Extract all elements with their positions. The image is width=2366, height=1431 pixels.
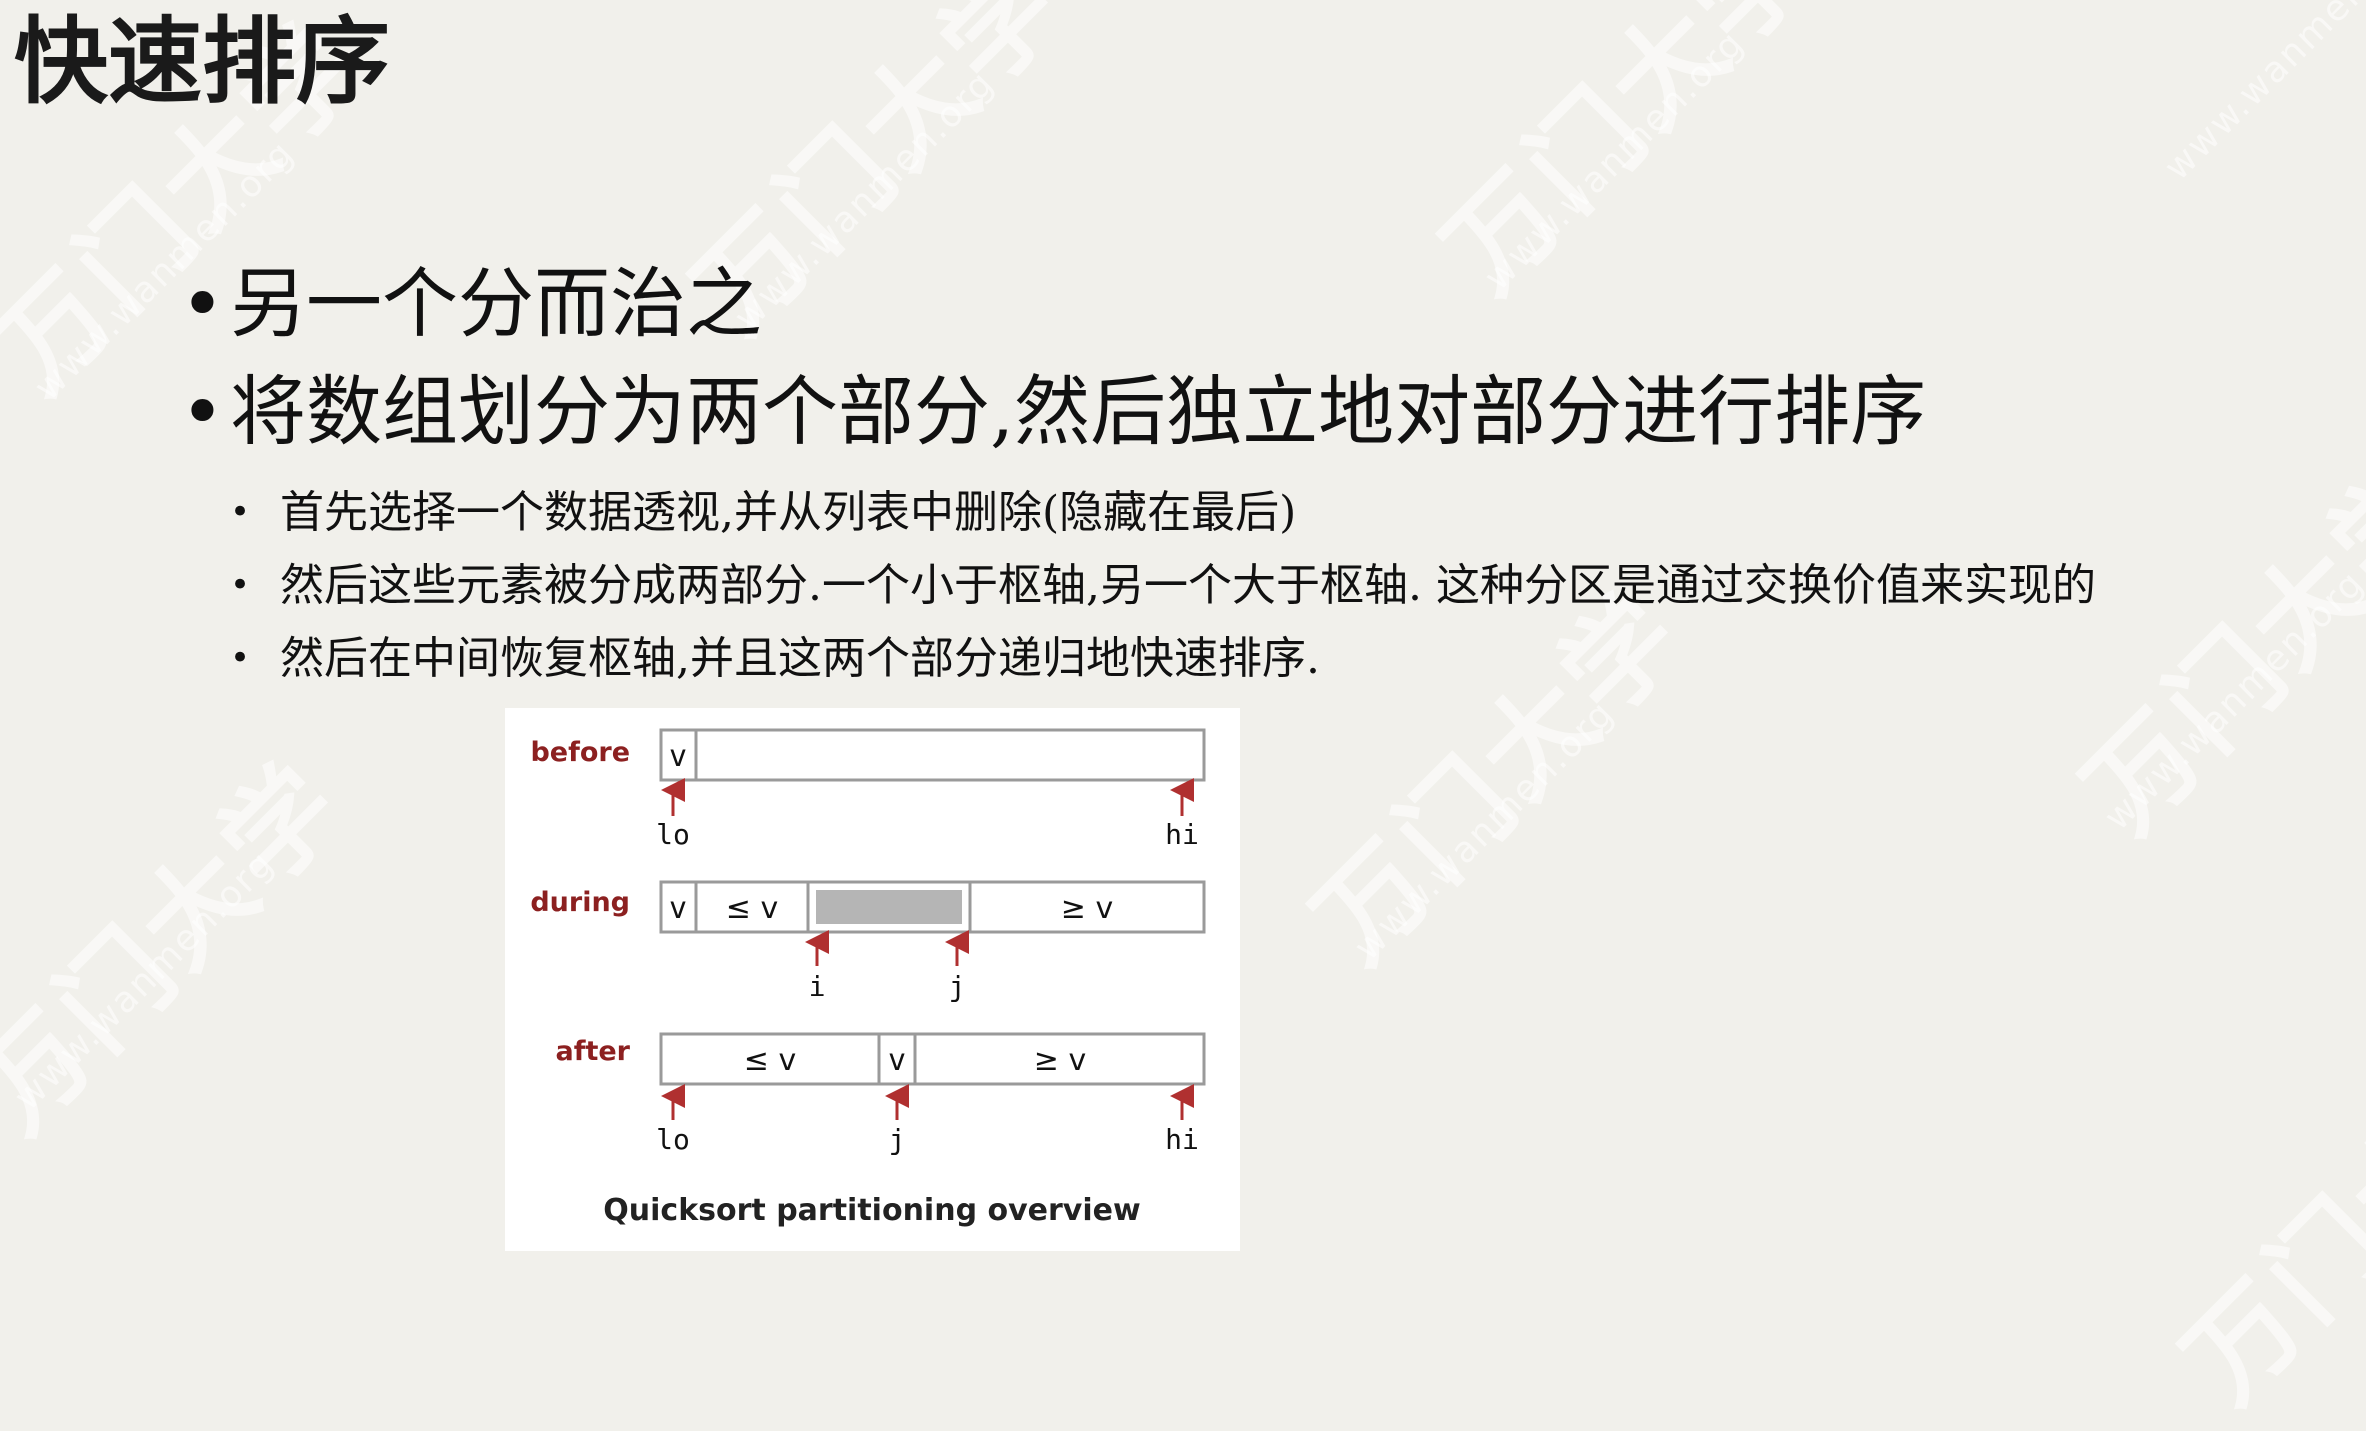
sub-bullet-item: 然后在中间恢复枢轴,并且这两个部分递归地快速排序. [230, 622, 2096, 695]
quicksort-diagram: before v lo hi during v ≤ v ≥ v i j afte… [530, 728, 1206, 1228]
watermark-url: www.wanmen.org [6, 842, 283, 1119]
row-label-after: after [555, 1036, 630, 1067]
watermark-brand: 万门大学 [0, 737, 369, 1157]
marker-label-lo: lo [656, 818, 690, 851]
cell-label-less-than: ≤ v [726, 891, 778, 926]
marker-label-i: i [809, 970, 826, 1003]
marker-label-j: j [889, 1123, 906, 1156]
quicksort-figure: before v lo hi during v ≤ v ≥ v i j afte… [505, 708, 1240, 1251]
marker-label-lo: lo [656, 1123, 690, 1156]
sub-bullet-text: 然后这些元素被分成两部分.一个小于枢轴,另一个大于枢轴. 这种分区是通过交换价值… [280, 560, 2096, 611]
bullet-list: 另一个分而治之 将数组划分为两个部分,然后独立地对部分进行排序 [180, 250, 1926, 466]
marker-label-hi: hi [1165, 1123, 1199, 1156]
sub-bullet-text: 首先选择一个数据透视,并从列表中删除(隐藏在最后) [280, 487, 1297, 538]
figure-caption: Quicksort partitioning overview [603, 1193, 1140, 1228]
cell-label-pivot: v [888, 1043, 906, 1078]
row-label-during: during [530, 887, 630, 918]
watermark-brand: 万门大学 [2159, 1007, 2366, 1427]
bullet-item: 另一个分而治之 [180, 250, 1926, 358]
sub-bullet-item: 然后这些元素被分成两部分.一个小于枢轴,另一个大于枢轴. 这种分区是通过交换价值… [230, 549, 2096, 622]
marker-label-j: j [949, 970, 966, 1003]
bullet-text: 将数组划分为两个部分,然后独立地对部分进行排序 [230, 367, 1927, 456]
bullet-item: 将数组划分为两个部分,然后独立地对部分进行排序 [180, 358, 1926, 466]
bullet-text: 另一个分而治之 [230, 259, 762, 348]
cell-label-greater-than: ≥ v [1034, 1043, 1086, 1078]
watermark-url: www.wanmen.org [1346, 692, 1623, 969]
cell-label-greater-than: ≥ v [1061, 891, 1113, 926]
marker-label-hi: hi [1165, 818, 1199, 851]
watermark-url: www.wanmen.org [2096, 562, 2366, 839]
cell-label-less-than: ≤ v [744, 1043, 796, 1078]
sub-bullet-text: 然后在中间恢复枢轴,并且这两个部分递归地快速排序. [280, 633, 1320, 684]
sub-bullet-item: 首先选择一个数据透视,并从列表中删除(隐藏在最后) [230, 476, 2096, 549]
row-label-before: before [530, 737, 630, 768]
slide-title: 快速排序 [14, 8, 391, 117]
cell-unsorted [694, 728, 1206, 782]
cell-label-pivot: v [669, 891, 687, 926]
sub-bullet-list: 首先选择一个数据透视,并从列表中删除(隐藏在最后) 然后这些元素被分成两部分.一… [230, 476, 2096, 695]
watermark-url: www.wanmen.org [2156, 0, 2366, 189]
cell-unknown-fill [816, 890, 962, 924]
cell-label-pivot: v [669, 739, 687, 774]
